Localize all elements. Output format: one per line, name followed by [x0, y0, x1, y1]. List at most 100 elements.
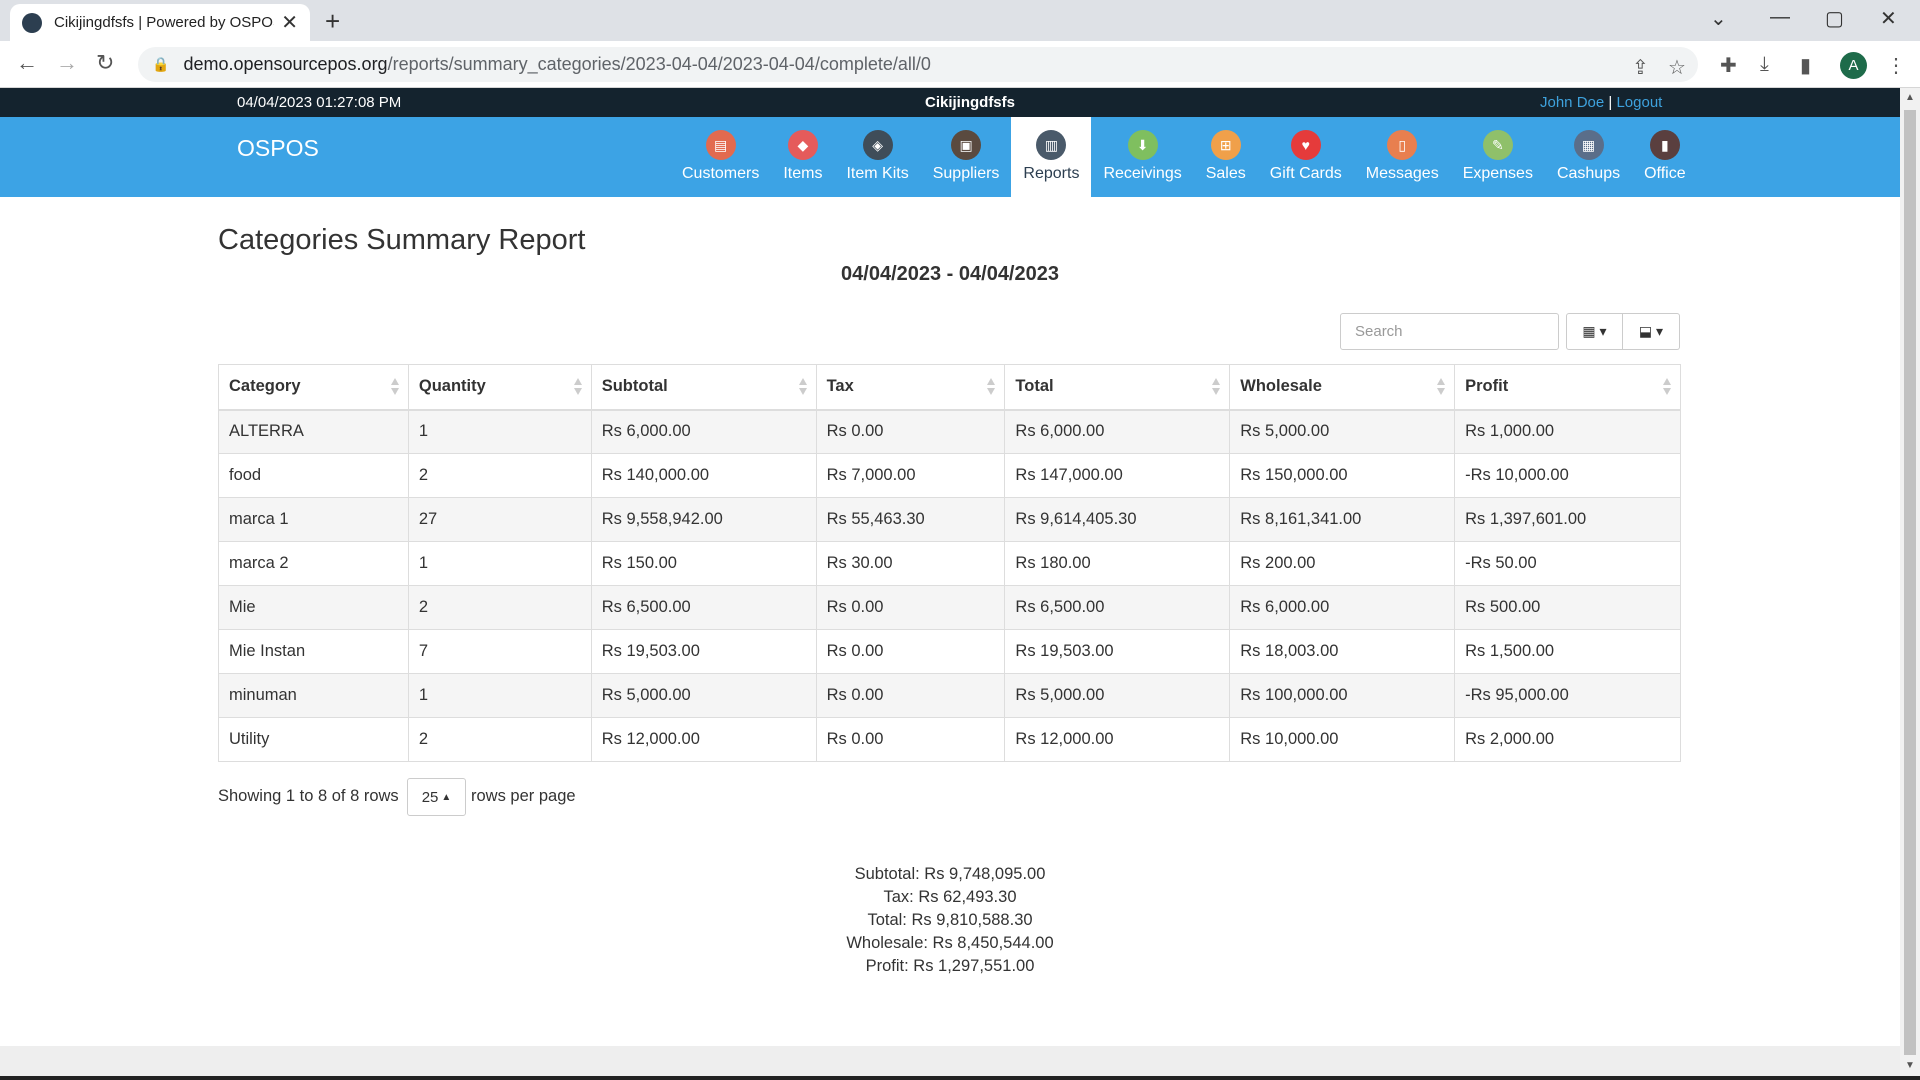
share-icon[interactable]: ⇪ [1632, 55, 1649, 80]
cell-category: ALTERRA [218, 409, 409, 454]
cell-tax: Rs 0.00 [815, 717, 1006, 762]
nav-item-sales[interactable]: ⊞ Sales [1194, 117, 1258, 197]
cell-category: marca 1 [218, 497, 409, 542]
side-panel-icon[interactable]: ▮ [1800, 53, 1811, 78]
column-header-profit[interactable]: Profit [1454, 364, 1681, 411]
summary-wholesale: Wholesale: Rs 8,450,544.00 [846, 934, 1054, 952]
column-header-quantity[interactable]: Quantity [407, 364, 592, 411]
menu-kebab-icon[interactable]: ⋮ [1886, 53, 1906, 78]
nav-item-items[interactable]: ◆ Items [771, 117, 834, 197]
browser-tab[interactable]: Cikijingdfsfs | Powered by OSPOS ✕ [10, 4, 310, 41]
url-input[interactable]: 🔒 demo.opensourcepos.org/reports/summary… [138, 47, 1698, 82]
scroll-up-icon[interactable]: ▲ [1905, 92, 1915, 103]
cell-tax: Rs 0.00 [815, 629, 1006, 674]
vertical-scrollbar[interactable]: ▲ ▼ [1900, 88, 1920, 1080]
report-date-range: 04/04/2023 - 04/04/2023 [841, 263, 1059, 285]
pagination-info: Showing 1 to 8 of 8 rows [218, 787, 399, 805]
user-name-link[interactable]: John Doe [1540, 94, 1604, 111]
customers-icon: ▤ [705, 130, 736, 160]
maximize-icon[interactable]: ▢ [1825, 6, 1844, 31]
nav-item-cashups[interactable]: ▦ Cashups [1545, 117, 1632, 197]
page-size-dropdown[interactable]: 25 ▲ [407, 778, 466, 816]
column-header-label: Category [229, 377, 301, 396]
cell-subtotal: Rs 6,500.00 [590, 585, 817, 630]
scroll-thumb[interactable] [1904, 110, 1916, 1055]
cell-quantity: 2 [407, 585, 592, 630]
bookmark-star-icon[interactable]: ☆ [1668, 55, 1686, 80]
column-header-label: Total [1015, 377, 1054, 396]
sales-icon: ⊞ [1210, 130, 1241, 160]
reload-icon[interactable]: ↻ [96, 50, 114, 76]
close-icon[interactable]: ✕ [281, 10, 298, 35]
cell-subtotal: Rs 6,000.00 [590, 409, 817, 454]
nav-item-label: Office [1644, 165, 1686, 182]
cell-total: Rs 180.00 [1004, 541, 1231, 586]
column-header-wholesale[interactable]: Wholesale [1229, 364, 1456, 411]
columns-toggle-button[interactable]: ▦ ▾ [1566, 313, 1623, 350]
column-header-total[interactable]: Total [1004, 364, 1231, 411]
window-bottom-edge [0, 1076, 1920, 1080]
cell-quantity: 1 [407, 673, 592, 718]
cell-tax: Rs 30.00 [815, 541, 1006, 586]
gift-cards-icon: ♥ [1290, 130, 1321, 160]
brand-logo[interactable]: OSPOS [237, 135, 319, 162]
cashups-icon: ▦ [1573, 130, 1604, 160]
nav-item-receivings[interactable]: ⬇ Receivings [1091, 117, 1193, 197]
column-header-label: Profit [1465, 377, 1509, 396]
user-menu: John Doe | Logout [1540, 94, 1662, 111]
main-navbar: OSPOS ▤ Customers ◆ Items ◈ Item Kits ▣ Supp… [0, 117, 1900, 197]
table-row: Utility 2 Rs 12,000.00 Rs 0.00 Rs 12,000.00 R… [218, 717, 1681, 762]
summary-profit: Profit: Rs 1,297,551.00 [865, 957, 1035, 975]
office-icon: ▮ [1649, 130, 1680, 160]
sort-icon [987, 377, 996, 397]
search-input[interactable] [1340, 313, 1559, 350]
column-header-tax[interactable]: Tax [815, 364, 1006, 411]
new-tab-icon[interactable]: + [325, 6, 340, 37]
cell-total: Rs 5,000.00 [1004, 673, 1231, 718]
nav-item-office[interactable]: ▮ Office [1632, 117, 1698, 197]
receivings-icon: ⬇ [1127, 130, 1158, 160]
lock-icon: 🔒 [152, 56, 170, 72]
nav-item-suppliers[interactable]: ▣ Suppliers [921, 117, 1012, 197]
sort-icon [1212, 377, 1221, 397]
export-button[interactable]: ⬓ ▾ [1623, 313, 1680, 350]
column-header-label: Quantity [418, 377, 486, 396]
cell-wholesale: Rs 200.00 [1229, 541, 1456, 586]
nav-item-item-kits[interactable]: ◈ Item Kits [834, 117, 920, 197]
nav-item-expenses[interactable]: ✎ Expenses [1451, 117, 1545, 197]
column-header-subtotal[interactable]: Subtotal [590, 364, 817, 411]
cell-quantity: 2 [407, 453, 592, 498]
nav-item-messages[interactable]: ▯ Messages [1354, 117, 1451, 197]
column-header-category[interactable]: Category [218, 364, 409, 411]
nav-item-label: Reports [1023, 165, 1080, 182]
cell-profit: -Rs 95,000.00 [1454, 673, 1681, 718]
cell-category: marca 2 [218, 541, 409, 586]
tab-search-icon[interactable]: ⌄ [1710, 6, 1727, 31]
sort-icon [798, 377, 808, 397]
nav-item-customers[interactable]: ▤ Customers [670, 117, 771, 197]
logout-link[interactable]: Logout [1616, 94, 1662, 111]
cell-profit: Rs 500.00 [1454, 585, 1681, 630]
extensions-icon[interactable]: ✚ [1720, 53, 1737, 78]
profile-avatar[interactable]: A [1840, 52, 1867, 79]
nav-item-label: Sales [1205, 165, 1246, 182]
download-icon[interactable]: ⤓ [1760, 53, 1769, 76]
column-header-label: Subtotal [601, 377, 668, 396]
page-title: Categories Summary Report [218, 224, 586, 256]
report-table: Category Quantity Subtotal Tax Total Who… [218, 364, 1681, 762]
cell-tax: Rs 7,000.00 [815, 453, 1006, 498]
cell-category: minuman [218, 673, 409, 718]
cell-quantity: 1 [407, 541, 592, 586]
back-icon[interactable]: ← [16, 50, 38, 76]
messages-icon: ▯ [1387, 130, 1418, 160]
favicon-icon [22, 12, 42, 33]
window-close-icon[interactable]: ✕ [1880, 6, 1897, 31]
scroll-down-icon[interactable]: ▼ [1905, 1060, 1915, 1071]
minimize-icon[interactable]: — [1770, 6, 1790, 29]
suppliers-icon: ▣ [951, 130, 982, 160]
nav-item-gift-cards[interactable]: ♥ Gift Cards [1258, 117, 1354, 197]
cell-quantity: 1 [407, 409, 592, 454]
nav-item-reports[interactable]: ▥ Reports [1011, 117, 1092, 197]
forward-icon[interactable]: → [56, 50, 78, 76]
cell-category: Utility [218, 717, 409, 762]
